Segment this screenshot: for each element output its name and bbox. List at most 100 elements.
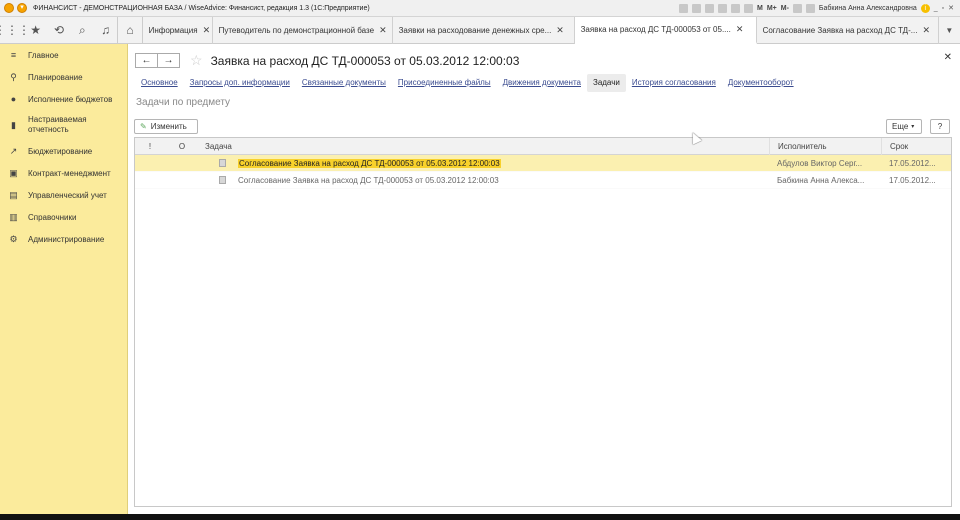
tabs-dropdown-icon[interactable]: ▼: [939, 17, 960, 44]
sidebar-item-label: Управленческий учет: [28, 190, 107, 200]
tab-info[interactable]: Информация ✕: [143, 16, 213, 44]
deadline-cell: 17.05.2012...: [889, 158, 936, 168]
close-form-icon[interactable]: ✕: [944, 52, 952, 63]
calendar-icon[interactable]: [730, 3, 740, 13]
edit-button[interactable]: ✎ Изменить: [134, 119, 198, 134]
tasks-table: ! O Задача Исполнитель Срок Согласование…: [134, 137, 952, 507]
task-document-icon: [219, 159, 226, 167]
deadline-cell: 17.05.2012...: [889, 175, 936, 185]
tab-label: Информация: [148, 25, 198, 35]
sidebar-item-label: Главное: [28, 50, 59, 60]
tab-label: Согласование Заявка на расход ДС ТД-...: [762, 25, 918, 35]
link-attached-files[interactable]: Присоединенные файлы: [392, 74, 497, 92]
link-info-requests[interactable]: Запросы доп. информации: [184, 74, 296, 92]
tab-guide[interactable]: Путеводитель по демонстрационной базе ✕: [213, 16, 393, 44]
info-icon[interactable]: i: [920, 3, 930, 13]
sidebar-item-management-accounting[interactable]: ▤ Управленческий учет: [0, 184, 127, 206]
table-row[interactable]: Согласование Заявка на расход ДС ТД-0000…: [135, 172, 951, 189]
tab-request-document[interactable]: Заявка на расход ДС ТД-000053 от 05.... …: [574, 16, 757, 44]
page-title: Заявка на расход ДС ТД-000053 от 05.03.2…: [210, 53, 520, 68]
app-logo-icon: [4, 3, 14, 13]
tab-requests[interactable]: Заявки на расходование денежных сре... ✕: [393, 16, 575, 44]
home-icon[interactable]: ⌂: [118, 17, 141, 44]
favorites-icon[interactable]: ★: [24, 17, 47, 44]
task-name: Согласование Заявка на расход ДС ТД-0000…: [238, 158, 501, 168]
close-tab-icon[interactable]: ✕: [922, 25, 930, 36]
table-row[interactable]: Согласование Заявка на расход ДС ТД-0000…: [135, 155, 951, 172]
sidebar-item-catalogs[interactable]: ▥ Справочники: [0, 206, 127, 228]
status-cell: [165, 155, 199, 172]
memory-minus-button[interactable]: M-: [781, 5, 789, 12]
minimize-icon[interactable]: _: [934, 5, 938, 12]
status-column-header[interactable]: O: [165, 138, 199, 155]
edit-button-label: Изменить: [150, 122, 187, 131]
task-document-icon: [219, 176, 226, 184]
help-button[interactable]: ?: [930, 119, 950, 134]
title-bar: ▾ ФИНАНСИСТ - ДЕМОНСТРАЦИОННАЯ БАЗА / Wi…: [0, 0, 960, 17]
forward-arrow-icon[interactable]: →: [157, 53, 180, 68]
executor-column-header[interactable]: Исполнитель: [769, 137, 881, 155]
close-window-icon[interactable]: ✕: [948, 4, 954, 12]
deadline-column-header[interactable]: Срок: [881, 137, 951, 155]
link-main[interactable]: Основное: [135, 74, 184, 92]
link-document-movements[interactable]: Движения документа: [497, 74, 587, 92]
link-tasks[interactable]: Задачи: [586, 74, 626, 92]
apps-grid-icon[interactable]: ⋮⋮⋮: [0, 17, 30, 44]
close-tab-icon[interactable]: ✕: [203, 25, 211, 36]
sidebar-item-administration[interactable]: ⚙ Администрирование: [0, 228, 127, 250]
importance-cell: [135, 155, 165, 172]
link-related-documents[interactable]: Связанные документы: [296, 74, 392, 92]
table-header: ! O Задача Исполнитель Срок: [135, 137, 951, 155]
form-navigation: Основное Запросы доп. информации Связанн…: [135, 74, 800, 92]
memory-plus-button[interactable]: M+: [767, 5, 777, 12]
document-form: ← → ☆ Заявка на расход ДС ТД-000053 от 0…: [129, 44, 960, 514]
window-icon[interactable]: [805, 3, 815, 13]
sections-sidebar: ≡ Главное ⚲ Планирование ● Исполнение бю…: [0, 44, 128, 514]
tab-label: Заявка на расход ДС ТД-000053 от 05....: [580, 24, 731, 34]
link-document-flow[interactable]: Документооборот: [722, 74, 800, 92]
save-icon[interactable]: [678, 3, 688, 13]
notifications-bell-icon[interactable]: ♫: [94, 17, 117, 44]
command-bar: ✎ Изменить Еще ▾ ?: [134, 119, 952, 135]
pencil-icon: ✎: [140, 122, 147, 131]
link-approval-history[interactable]: История согласования: [626, 74, 722, 92]
task-column-header[interactable]: Задача: [199, 138, 769, 155]
sidebar-item-main[interactable]: ≡ Главное: [0, 44, 127, 66]
main-menu-icon[interactable]: ▾: [17, 3, 27, 13]
close-tab-icon[interactable]: ✕: [556, 25, 564, 36]
tab-label: Заявки на расходование денежных сре...: [398, 25, 552, 35]
sidebar-item-budgeting[interactable]: ↗ Бюджетирование: [0, 140, 127, 162]
search-icon[interactable]: ⌕: [71, 17, 94, 44]
more-button[interactable]: Еще ▾: [886, 119, 922, 134]
grid-icon[interactable]: [743, 3, 753, 13]
tab-approval[interactable]: Согласование Заявка на расход ДС ТД-... …: [757, 16, 939, 44]
sidebar-item-label: Администрирование: [28, 234, 105, 244]
users-icon[interactable]: [717, 3, 727, 13]
title-bar-tools: M M+ M- Бабкина Анна Александровна i _ ▫…: [678, 3, 960, 13]
history-icon[interactable]: ⟲: [47, 17, 70, 44]
back-arrow-icon[interactable]: ←: [135, 53, 158, 68]
print-icon[interactable]: [691, 3, 701, 13]
book-icon: ▥: [9, 211, 18, 222]
memory-button[interactable]: M: [757, 5, 763, 12]
sidebar-item-budget-execution[interactable]: ● Исполнение бюджетов: [0, 88, 127, 110]
close-tab-icon[interactable]: ✕: [379, 25, 387, 36]
executor-cell: Абдулов Виктор Серг...: [777, 158, 863, 168]
window-title: ФИНАНСИСТ - ДЕМОНСТРАЦИОННАЯ БАЗА / Wise…: [33, 4, 370, 12]
sidebar-item-contract-management[interactable]: ▣ Контракт-менеджмент: [0, 162, 127, 184]
sidebar-item-label: Справочники: [28, 212, 77, 222]
sidebar-item-custom-reporting[interactable]: ▮ Настраиваемая отчетность: [0, 110, 127, 140]
current-user[interactable]: Бабкина Анна Александровна: [819, 5, 917, 12]
task-cell: Согласование Заявка на расход ДС ТД-0000…: [199, 155, 769, 172]
importance-column-header[interactable]: !: [135, 138, 165, 155]
budget-execution-icon: ●: [10, 94, 17, 104]
preview-icon[interactable]: [704, 3, 714, 13]
zoom-icon[interactable]: [792, 3, 802, 13]
menu-lines-icon: ≡: [10, 50, 17, 60]
planning-icon: ⚲: [10, 71, 17, 82]
sidebar-item-planning[interactable]: ⚲ Планирование: [0, 66, 127, 88]
close-tab-icon[interactable]: ✕: [736, 24, 744, 35]
restore-icon[interactable]: ▫: [942, 5, 944, 12]
favorite-star-icon[interactable]: ☆: [190, 52, 203, 69]
taskbar-strip: [0, 514, 960, 520]
